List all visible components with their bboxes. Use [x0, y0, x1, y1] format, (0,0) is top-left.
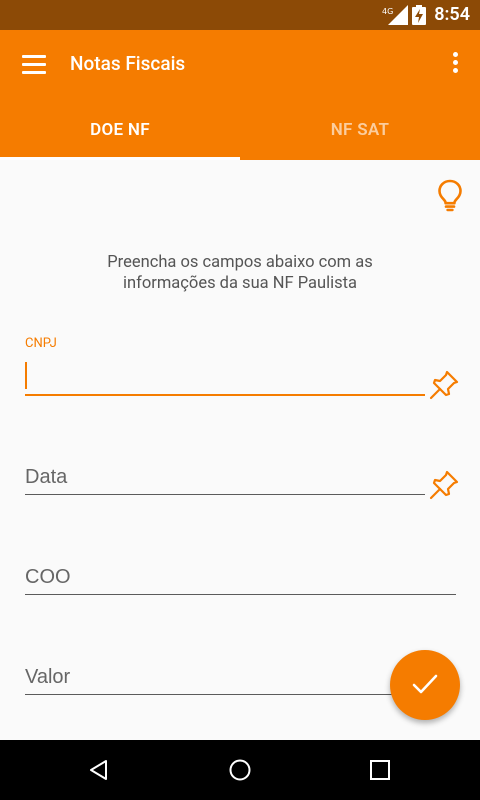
more-vert-icon[interactable] — [452, 50, 458, 80]
status-bar: 4G 8:54 — [0, 0, 480, 30]
app-bar: Notas Fiscais — [0, 30, 480, 100]
data-field[interactable] — [25, 458, 425, 498]
network-type-label: 4G — [382, 7, 393, 16]
back-icon[interactable] — [87, 758, 111, 782]
lightbulb-icon[interactable] — [436, 178, 464, 212]
check-icon — [412, 674, 438, 694]
submit-fab-button[interactable] — [390, 650, 460, 720]
cnpj-field[interactable]: CNPJ — [25, 336, 425, 398]
tab-indicator — [0, 157, 240, 160]
navigation-bar — [0, 740, 480, 800]
instructions-text: Preencha os campos abaixo com as informa… — [0, 252, 480, 294]
cnpj-input[interactable] — [25, 360, 415, 390]
pin-icon[interactable] — [427, 368, 461, 402]
data-underline — [25, 494, 425, 495]
home-icon[interactable] — [228, 758, 252, 782]
signal-icon: 4G — [382, 5, 408, 25]
valor-input[interactable] — [25, 662, 445, 692]
status-time: 8:54 — [434, 4, 470, 25]
page-title: Notas Fiscais — [70, 52, 186, 75]
coo-underline — [25, 594, 456, 595]
tab-doe-nf[interactable]: DOE NF — [0, 100, 240, 160]
coo-input[interactable] — [25, 562, 445, 592]
tab-bar: DOE NF NF SAT — [0, 100, 480, 160]
pin-icon[interactable] — [427, 468, 461, 502]
data-input[interactable] — [25, 462, 415, 492]
instructions-line-2: informações da sua NF Paulista — [122, 274, 358, 293]
menu-icon[interactable] — [22, 55, 46, 75]
cnpj-label: CNPJ — [25, 336, 57, 351]
tab-nf-sat[interactable]: NF SAT — [240, 100, 480, 160]
cnpj-underline — [25, 394, 425, 396]
tab-label: DOE NF — [90, 120, 150, 140]
coo-field[interactable] — [25, 558, 456, 598]
battery-icon — [412, 5, 426, 25]
recents-icon[interactable] — [368, 758, 392, 782]
instructions-line-1: Preencha os campos abaixo com as — [107, 253, 373, 272]
tab-label: NF SAT — [330, 120, 390, 140]
